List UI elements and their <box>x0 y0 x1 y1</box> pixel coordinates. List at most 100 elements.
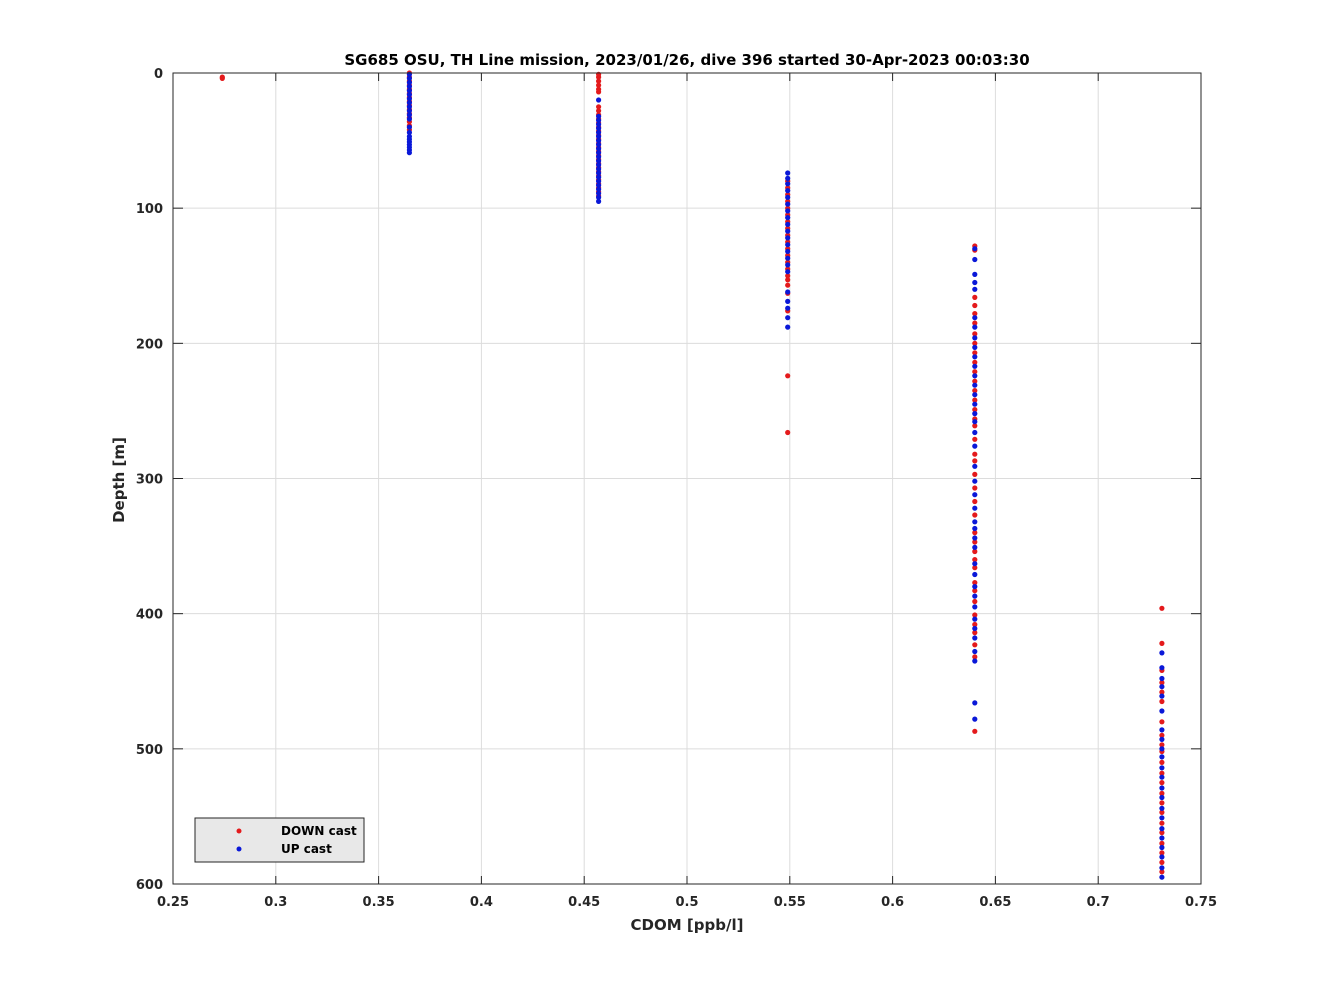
data-point <box>785 298 791 304</box>
y-tick-label: 600 <box>136 878 163 893</box>
data-point <box>1159 736 1165 743</box>
x-tick-label: 0.3 <box>264 895 287 910</box>
data-point <box>972 478 978 484</box>
data-point <box>1159 665 1165 671</box>
data-point <box>785 315 791 321</box>
legend-label-up: UP cast <box>281 842 332 856</box>
data-point <box>1159 780 1165 786</box>
data-point <box>972 335 978 341</box>
data-point <box>972 401 978 407</box>
data-point <box>1159 835 1165 841</box>
data-point <box>785 289 791 295</box>
data-point <box>972 642 978 648</box>
data-point <box>972 294 978 300</box>
data-point <box>972 471 978 477</box>
data-point <box>1159 815 1165 821</box>
data-point <box>1159 865 1165 871</box>
data-point <box>972 354 978 360</box>
data-point <box>972 458 978 464</box>
legend-label-down: DOWN cast <box>281 824 357 838</box>
data-point <box>1159 794 1165 801</box>
data-point <box>972 505 978 511</box>
chart-title: SG685 OSU, TH Line mission, 2023/01/26, … <box>344 51 1029 69</box>
data-point <box>785 170 791 176</box>
data-point <box>785 373 791 379</box>
data-point <box>1159 859 1165 866</box>
data-point <box>1159 684 1165 690</box>
y-tick-labels: 0 100 200 300 400 500 600 <box>136 67 163 893</box>
data-point <box>972 519 978 525</box>
data-point <box>972 512 978 518</box>
x-tick-label: 0.55 <box>774 895 806 910</box>
data-point <box>1159 874 1165 880</box>
data-point <box>785 235 791 241</box>
data-point <box>1159 693 1165 699</box>
data-point <box>972 625 978 632</box>
data-point <box>972 598 978 605</box>
data-point <box>972 728 978 734</box>
y-tick-label: 300 <box>136 473 163 488</box>
x-tick-label: 0.65 <box>979 895 1011 910</box>
data-point <box>785 201 791 207</box>
data-point <box>785 228 791 234</box>
data-point <box>785 269 791 275</box>
data-point <box>1159 765 1165 771</box>
x-tick-label: 0.7 <box>1087 895 1110 910</box>
data-point <box>972 436 978 442</box>
data-point <box>1159 708 1165 714</box>
data-point <box>972 443 978 449</box>
data-point <box>972 535 978 541</box>
legend-marker-down <box>236 828 242 834</box>
data-point <box>972 279 978 286</box>
data-point <box>785 277 791 283</box>
data-point <box>972 604 978 610</box>
data-point <box>785 181 791 187</box>
y-tick-label: 500 <box>136 743 163 758</box>
data-point <box>785 262 791 268</box>
data-point <box>972 419 978 425</box>
chart: 0.25 0.3 0.35 0.4 0.45 0.5 0.55 0.6 0.65 0.7 0.75 … <box>110 51 1217 934</box>
data-point <box>972 246 978 252</box>
data-point <box>1159 675 1165 682</box>
data-point <box>972 571 978 578</box>
data-point <box>972 286 978 292</box>
legend-marker-up <box>236 846 242 852</box>
y-tick-label: 100 <box>136 202 163 217</box>
data-point <box>219 75 225 81</box>
data-point <box>972 382 978 388</box>
data-point <box>596 97 602 103</box>
data-point <box>972 525 978 532</box>
data-point <box>406 124 412 130</box>
data-point <box>972 411 978 417</box>
legend: DOWN cast UP cast <box>194 817 365 863</box>
data-point <box>785 175 791 181</box>
data-point <box>972 700 978 706</box>
data-point <box>972 344 978 350</box>
data-point <box>972 392 978 398</box>
data-point <box>1159 800 1165 806</box>
data-point <box>972 561 978 567</box>
data-point <box>785 221 791 227</box>
y-tick-label: 200 <box>136 337 163 352</box>
x-tick-label: 0.35 <box>363 895 395 910</box>
data-point <box>785 305 791 311</box>
data-point <box>1159 774 1165 780</box>
data-point <box>972 635 978 641</box>
data-point <box>785 255 791 261</box>
data-point <box>785 188 791 194</box>
data-point <box>972 271 978 277</box>
data-point <box>972 363 978 369</box>
data-point <box>785 324 791 330</box>
x-axis-label: CDOM [ppb/l] <box>631 916 744 934</box>
data-point <box>1159 746 1165 752</box>
data-point <box>972 256 978 263</box>
data-point <box>1159 785 1165 791</box>
x-tick-label: 0.75 <box>1185 895 1217 910</box>
data-point <box>972 584 978 590</box>
x-tick-label: 0.4 <box>470 895 493 910</box>
data-point <box>1159 719 1165 725</box>
y-tick-label: 0 <box>154 67 163 82</box>
data-point <box>785 208 791 214</box>
data-point <box>785 282 791 288</box>
x-tick-label: 0.45 <box>568 895 600 910</box>
